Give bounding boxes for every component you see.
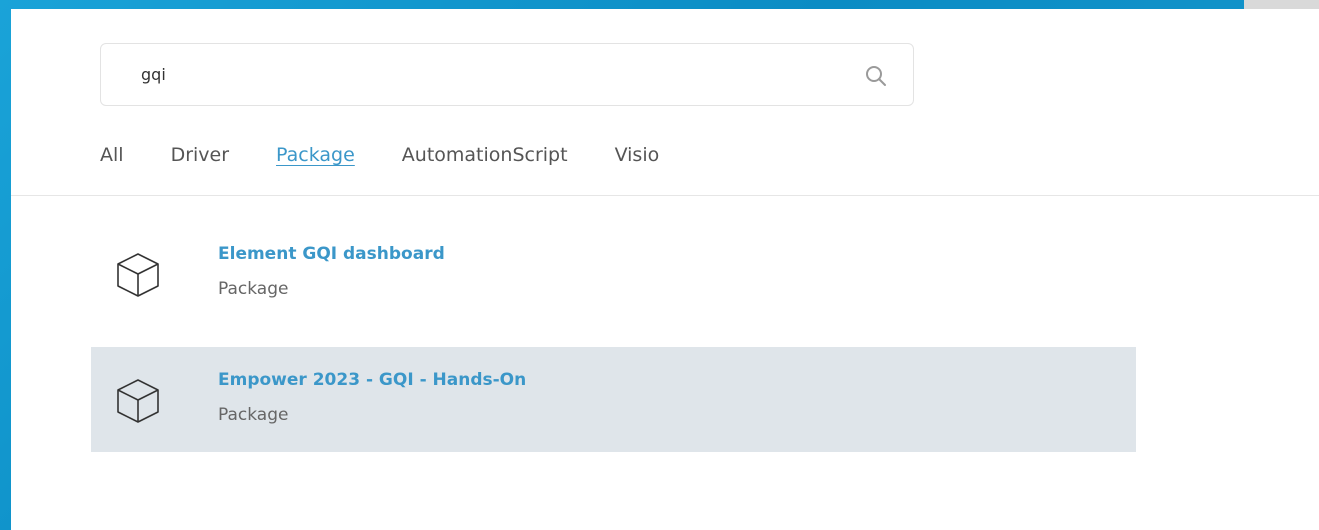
result-title[interactable]: Element GQI dashboard xyxy=(218,244,445,264)
search-panel: All Driver Package AutomationScript Visi… xyxy=(11,9,1319,530)
filter-tabs: All Driver Package AutomationScript Visi… xyxy=(100,140,706,170)
tab-all[interactable]: All xyxy=(100,144,124,166)
result-title[interactable]: Empower 2023 - GQI - Hands-On xyxy=(218,370,526,390)
result-item[interactable]: Empower 2023 - GQI - Hands-On Package xyxy=(91,347,1136,452)
search-input[interactable] xyxy=(141,44,841,105)
package-box-icon xyxy=(117,379,159,423)
tab-automationscript[interactable]: AutomationScript xyxy=(402,144,568,166)
result-item[interactable]: Element GQI dashboard Package xyxy=(91,221,1136,326)
divider xyxy=(11,195,1319,196)
tab-visio[interactable]: Visio xyxy=(615,144,660,166)
result-type: Package xyxy=(218,405,289,425)
result-type: Package xyxy=(218,279,289,299)
tab-package[interactable]: Package xyxy=(276,144,355,166)
search-icon[interactable] xyxy=(865,65,887,87)
tab-driver[interactable]: Driver xyxy=(171,144,229,166)
search-box[interactable] xyxy=(100,43,914,106)
package-box-icon xyxy=(117,253,159,297)
